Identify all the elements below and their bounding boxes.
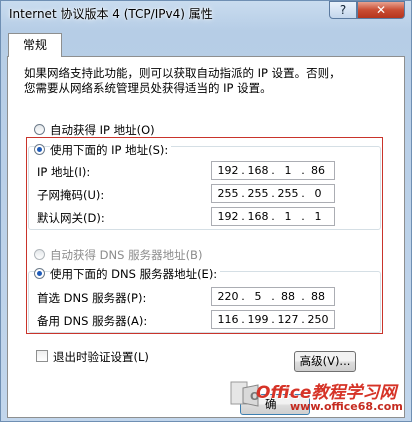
manual-dns-radio[interactable] <box>34 268 45 279</box>
ip-address-input[interactable]: 192 . 168 . 1 . 86 <box>211 161 335 180</box>
subnet-mask-input[interactable]: 255 . 255 . 255 . 0 <box>211 184 335 203</box>
validate-label: 退出时验证设置(L) <box>53 350 149 364</box>
default-gateway-label: 默认网关(D): <box>37 211 105 225</box>
auto-ip-label: 自动获得 IP 地址(O) <box>50 123 155 137</box>
help-button[interactable]: ? <box>329 1 357 19</box>
alternate-dns-input[interactable]: 116 . 199 . 127 . 250 <box>211 310 335 329</box>
description-text: 如果网络支持此功能，则可以获取自动指派的 IP 设置。否则， 您需要从网络系统管… <box>24 66 341 95</box>
preferred-dns-label: 首选 DNS 服务器(P): <box>37 291 147 305</box>
auto-ip-radio[interactable] <box>34 124 45 135</box>
manual-ip-label: 使用下面的 IP 地址(S): <box>50 142 172 158</box>
watermark: O Office教程学习网 www.office68.com <box>228 376 408 420</box>
close-button[interactable]: ✕ <box>357 1 405 19</box>
default-gateway-input[interactable]: 192 . 168 . 1 . 1 <box>211 207 335 226</box>
alternate-dns-label: 备用 DNS 服务器(A): <box>37 314 148 328</box>
subnet-mask-label: 子网掩码(U): <box>37 188 105 202</box>
advanced-button[interactable]: 高级(V)... <box>294 351 356 372</box>
window-title: Internet 协议版本 4 (TCP/IPv4) 属性 <box>9 7 213 21</box>
watermark-url: www.office68.com <box>290 400 403 413</box>
ip-address-label: IP 地址(I): <box>37 165 91 179</box>
auto-dns-label: 自动获得 DNS 服务器地址(B) <box>50 248 203 262</box>
manual-ip-radio[interactable] <box>34 144 45 155</box>
auto-dns-radio[interactable] <box>34 249 45 260</box>
preferred-dns-input[interactable]: 220 . 5 . 88 . 88 <box>211 287 335 306</box>
manual-dns-label: 使用下面的 DNS 服务器地址(E): <box>50 266 221 282</box>
tab-general[interactable]: 常规 <box>8 33 62 57</box>
validate-checkbox[interactable] <box>36 350 48 362</box>
